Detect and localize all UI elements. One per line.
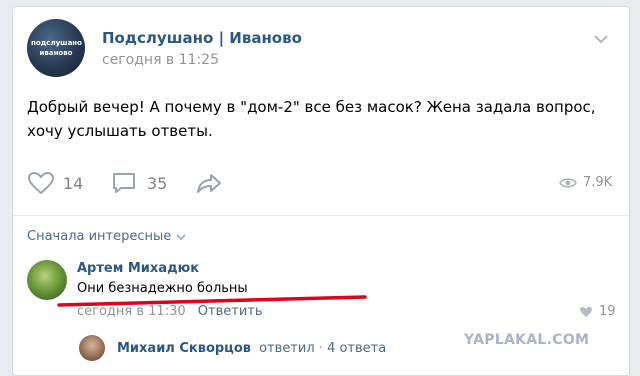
reply-button[interactable]: Ответить xyxy=(198,304,263,319)
group-avatar[interactable]: подслушано иваново xyxy=(27,19,85,77)
comment-like-count: 19 xyxy=(599,304,616,319)
comment-count: 35 xyxy=(147,173,168,193)
heart-icon xyxy=(580,306,592,317)
reply-verb: ответил xyxy=(259,341,315,356)
share-icon xyxy=(197,174,221,193)
reply-author-link[interactable]: Михаил Скворцов xyxy=(117,341,251,356)
avatar-caption-top: подслушано xyxy=(31,39,82,47)
comment-meta: сегодня в 11:30 Ответить xyxy=(77,304,263,319)
views-count: 7.9K xyxy=(583,175,613,190)
post-time[interactable]: сегодня в 11:25 xyxy=(102,52,219,68)
comment-like-button[interactable]: 19 xyxy=(579,304,616,319)
share-button[interactable] xyxy=(195,171,223,195)
reply-thread-preview[interactable]: Михаил Скворцов ответил · 4 ответа xyxy=(117,341,386,356)
post-card: подслушано иваново Подслушано | Иваново … xyxy=(12,6,630,376)
comment-icon xyxy=(113,173,135,193)
separator-dot: · xyxy=(318,341,323,356)
sort-label: Сначала интересные xyxy=(27,229,172,244)
heart-icon xyxy=(27,171,55,195)
reply-count-link[interactable]: 4 ответа xyxy=(327,341,386,356)
views-indicator: 7.9K xyxy=(559,175,612,190)
comment-author-link[interactable]: Артем Михадюк xyxy=(77,261,199,276)
avatar-caption-bottom: иваново xyxy=(39,49,73,57)
like-button[interactable]: 14 xyxy=(27,171,83,195)
watermark: YAPLAKAL.COM xyxy=(464,332,590,348)
comment-button[interactable]: 35 xyxy=(111,171,167,195)
group-name-link[interactable]: Подслушано | Иваново xyxy=(102,29,302,47)
chevron-down-icon[interactable] xyxy=(593,33,609,45)
comment-sort-dropdown[interactable]: Сначала интересные xyxy=(27,229,187,244)
chevron-down-icon xyxy=(176,233,186,240)
eye-icon xyxy=(559,178,577,187)
section-divider xyxy=(13,215,629,216)
like-count: 14 xyxy=(63,173,84,193)
comment-time[interactable]: сегодня в 11:30 xyxy=(77,304,186,319)
avatar[interactable] xyxy=(79,335,105,361)
post-text: Добрый вечер! А почему в "дом-2" все без… xyxy=(27,98,596,140)
